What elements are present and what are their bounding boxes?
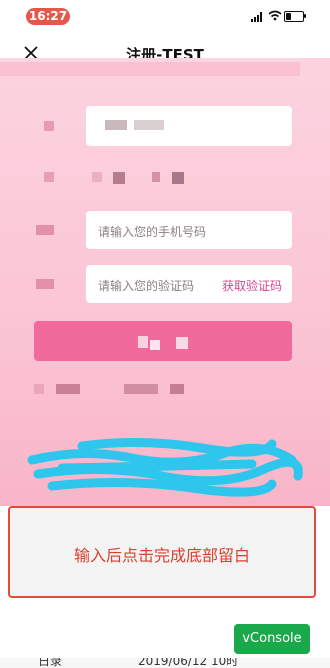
wifi-icon (268, 10, 282, 21)
pixelated-label (44, 121, 54, 131)
bottom-log-strip: 日录 2019/06/12 10时 (0, 658, 330, 668)
pixelated-header-band (0, 62, 300, 76)
pixelated-label (36, 279, 54, 289)
get-code-link[interactable]: 获取验证码 (222, 277, 282, 294)
pixelated-button-label (176, 337, 188, 349)
code-placeholder: 请输入您的验证码 (98, 279, 195, 293)
pixelated-button-label (138, 336, 148, 348)
battery-icon (284, 11, 304, 22)
status-bar: 16:27 (0, 0, 330, 34)
pixelated-button-label (150, 340, 160, 350)
signal-icon (251, 12, 265, 22)
pixelated-agreement (56, 384, 80, 394)
pixelated-agreement (170, 384, 184, 394)
pixelated-agreement (124, 384, 158, 394)
pixelated-option (113, 172, 125, 184)
pixelated-value (134, 120, 164, 130)
pixelated-label (44, 172, 54, 182)
pixelated-label (36, 225, 54, 235)
pixelated-value (105, 120, 127, 130)
battery-nub (304, 14, 306, 18)
bottom-log-left: 日录 (38, 658, 63, 668)
pixelated-agreement (34, 384, 44, 394)
status-time: 16:27 (26, 8, 70, 25)
submit-button[interactable] (34, 321, 292, 361)
phone-placeholder: 请输入您的手机号码 (98, 225, 207, 239)
pixelated-option (172, 172, 184, 184)
tip-box: 输入后点击完成底部留白 (8, 506, 316, 598)
redaction-scribble (27, 437, 303, 497)
vconsole-button[interactable]: vConsole (234, 624, 310, 654)
tip-text: 输入后点击完成底部留白 (73, 546, 250, 565)
pixelated-option (152, 172, 160, 182)
pixelated-option (92, 172, 102, 182)
bottom-log-right: 2019/06/12 10时 (138, 658, 239, 668)
